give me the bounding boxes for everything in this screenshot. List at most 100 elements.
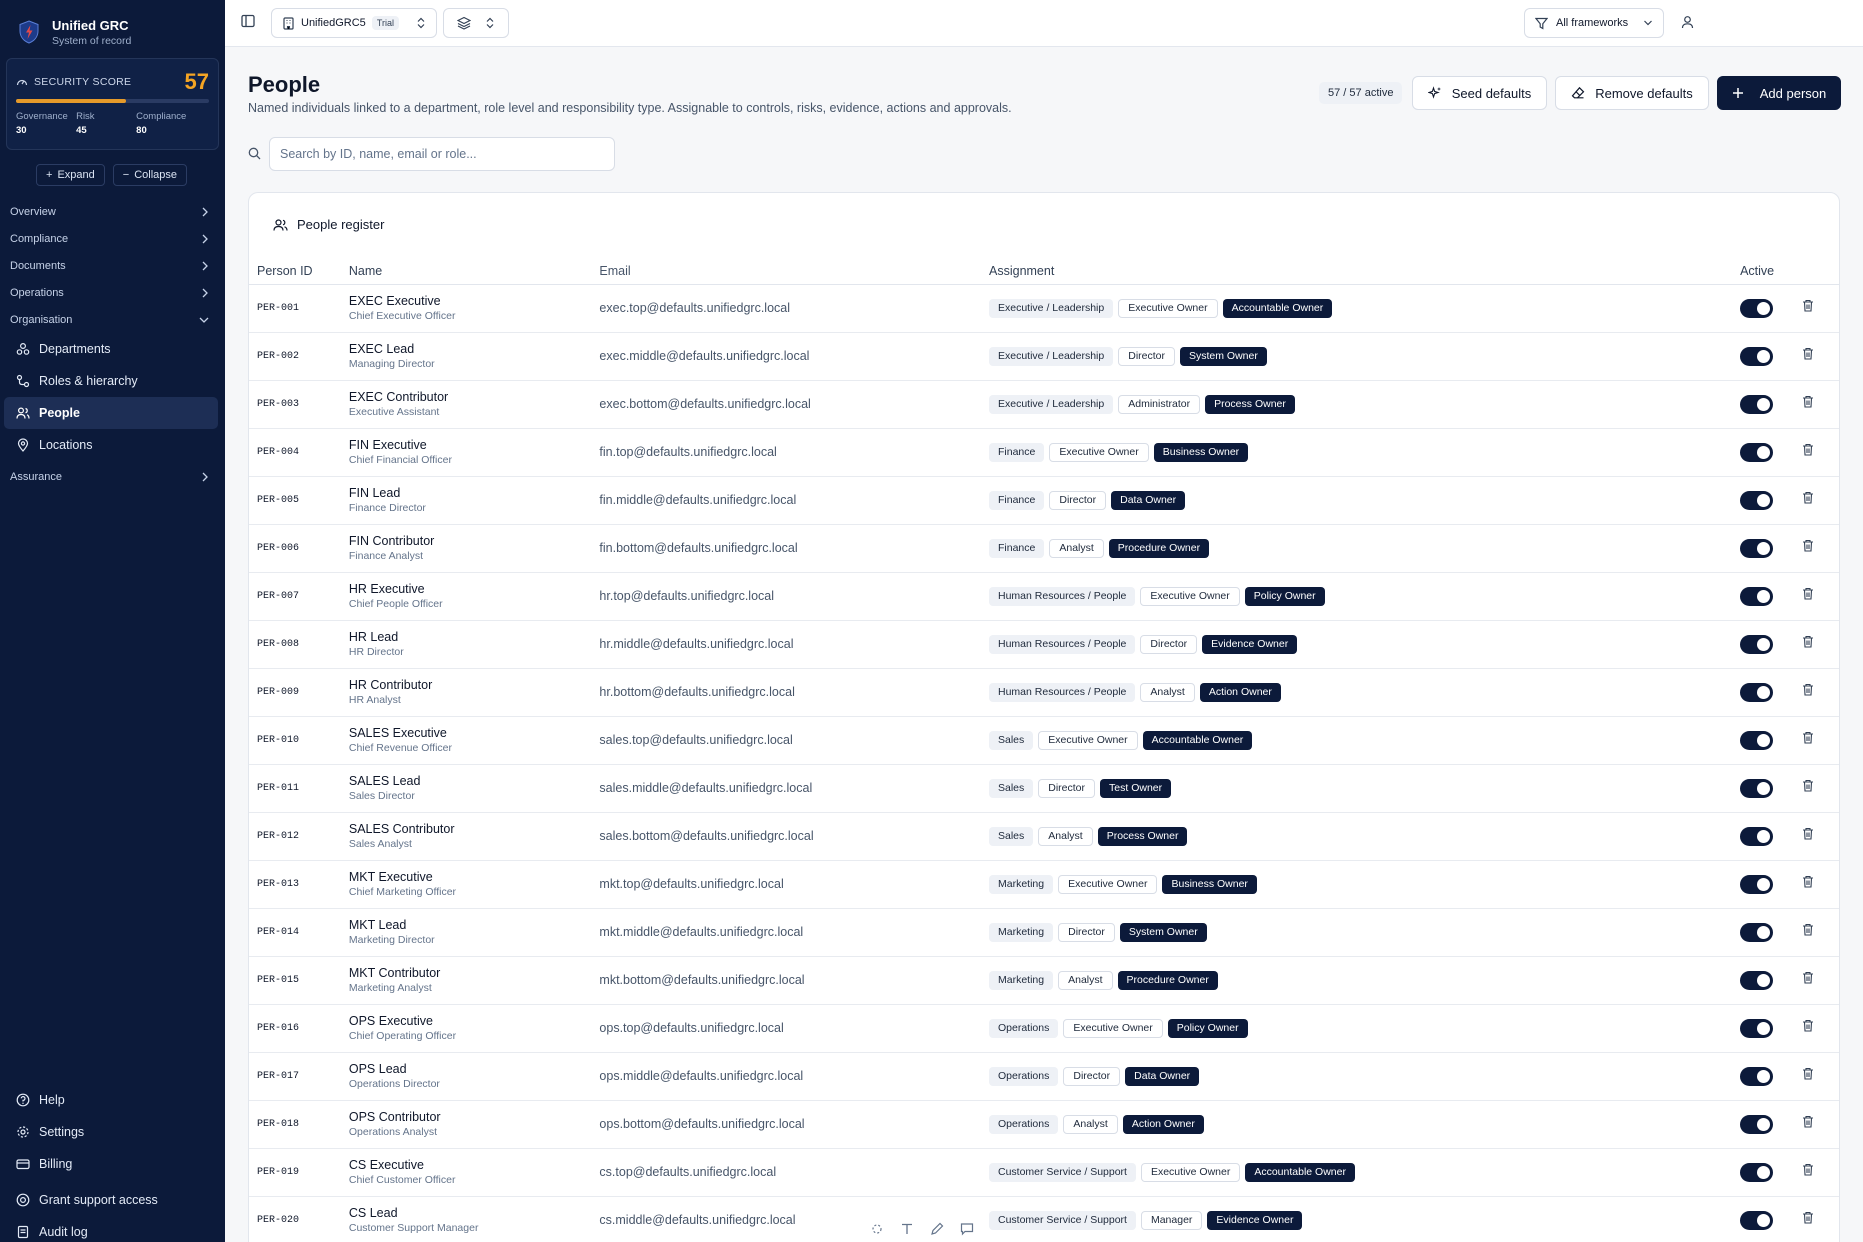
active-toggle[interactable] — [1740, 826, 1774, 846]
trash-icon[interactable] — [1802, 539, 1814, 552]
person-name[interactable]: EXEC Executive — [349, 294, 600, 308]
sidebar-item-help[interactable]: Help — [4, 1084, 218, 1116]
person-name[interactable]: OPS Contributor — [349, 1110, 600, 1124]
person-name[interactable]: SALES Lead — [349, 774, 600, 788]
trash-icon[interactable] — [1802, 1163, 1814, 1176]
workspace-switcher[interactable]: UnifiedGRC5 Trial — [271, 8, 437, 38]
sidebar-toggle-icon[interactable] — [241, 14, 255, 28]
trash-icon[interactable] — [1802, 683, 1814, 696]
trash-icon[interactable] — [1802, 635, 1814, 648]
active-toggle[interactable] — [1740, 538, 1774, 558]
sidebar-item-settings[interactable]: Settings — [4, 1116, 218, 1148]
active-toggle[interactable] — [1740, 1210, 1774, 1230]
table-row[interactable]: PER-018 OPS Contributor Operations Analyst… — [249, 1100, 1839, 1149]
table-row[interactable]: PER-014 MKT Lead Marketing Director mkt.mid… — [249, 908, 1839, 957]
person-name[interactable]: MKT Lead — [349, 918, 600, 932]
sidebar-item-departments[interactable]: Departments — [4, 333, 218, 365]
table-row[interactable]: PER-016 OPS Executive Chief Operating Offi… — [249, 1004, 1839, 1053]
column-header-assignment[interactable]: Assignment — [989, 251, 1741, 285]
seed-defaults-button[interactable]: Seed defaults — [1412, 76, 1547, 110]
nav-group-organisation[interactable]: Organisation — [0, 306, 225, 333]
nav-group-overview[interactable]: Overview — [0, 198, 225, 225]
table-row[interactable]: PER-001 EXEC Executive Chief Executive Off… — [249, 284, 1839, 333]
trash-icon[interactable] — [1802, 1067, 1814, 1080]
trash-icon[interactable] — [1802, 779, 1814, 792]
trash-icon[interactable] — [1802, 731, 1814, 744]
table-row[interactable]: PER-012 SALES Contributor Sales Analyst sal… — [249, 812, 1839, 861]
pen-icon[interactable] — [930, 1222, 944, 1236]
table-row[interactable]: PER-013 MKT Executive Chief Marketing Offi… — [249, 860, 1839, 909]
column-header-id[interactable]: Person ID — [249, 251, 349, 285]
trash-icon[interactable] — [1802, 827, 1814, 840]
person-name[interactable]: CS Lead — [349, 1206, 600, 1220]
sidebar-item-roles[interactable]: Roles & hierarchy — [4, 365, 218, 397]
layer-switcher[interactable] — [443, 8, 509, 38]
trash-icon[interactable] — [1802, 923, 1814, 936]
sidebar-item-billing[interactable]: Billing — [4, 1148, 218, 1180]
active-toggle[interactable] — [1740, 970, 1774, 990]
active-toggle[interactable] — [1740, 1114, 1774, 1134]
active-toggle[interactable] — [1740, 490, 1774, 510]
text-tool-icon[interactable] — [900, 1222, 914, 1236]
sidebar-item-people[interactable]: People — [4, 397, 218, 429]
person-name[interactable]: MKT Executive — [349, 870, 600, 884]
table-row[interactable]: PER-008 HR Lead HR Director hr.middle@defau… — [249, 620, 1839, 669]
expand-button[interactable]: + Expand — [36, 164, 105, 186]
person-name[interactable]: HR Executive — [349, 582, 600, 596]
active-toggle[interactable] — [1740, 922, 1774, 942]
trash-icon[interactable] — [1802, 347, 1814, 360]
active-toggle[interactable] — [1740, 1066, 1774, 1086]
person-name[interactable]: EXEC Contributor — [349, 390, 600, 404]
nav-group-assurance[interactable]: Assurance — [0, 463, 225, 490]
trash-icon[interactable] — [1802, 491, 1814, 504]
active-toggle[interactable] — [1740, 874, 1774, 894]
column-header-email[interactable]: Email — [599, 251, 989, 285]
trash-icon[interactable] — [1802, 299, 1814, 312]
person-name[interactable]: FIN Contributor — [349, 534, 600, 548]
brand[interactable]: Unified GRC System of record — [0, 0, 225, 52]
person-name[interactable]: FIN Lead — [349, 486, 600, 500]
active-toggle[interactable] — [1740, 298, 1774, 318]
person-name[interactable]: SALES Contributor — [349, 822, 600, 836]
person-name[interactable]: HR Contributor — [349, 678, 600, 692]
sidebar-item-locations[interactable]: Locations — [4, 429, 218, 461]
table-row[interactable]: PER-019 CS Executive Chief Customer Office… — [249, 1148, 1839, 1197]
trash-icon[interactable] — [1802, 395, 1814, 408]
person-name[interactable]: FIN Executive — [349, 438, 600, 452]
add-person-button[interactable]: Add person — [1717, 76, 1841, 110]
remove-defaults-button[interactable]: Remove defaults — [1555, 76, 1709, 110]
trash-icon[interactable] — [1802, 971, 1814, 984]
active-toggle[interactable] — [1740, 778, 1774, 798]
trash-icon[interactable] — [1802, 1115, 1814, 1128]
column-header-name[interactable]: Name — [348, 251, 600, 285]
table-row[interactable]: PER-005 FIN Lead Finance Director fin.middl… — [249, 476, 1839, 525]
person-name[interactable]: SALES Executive — [349, 726, 600, 740]
nav-group-documents[interactable]: Documents — [0, 252, 225, 279]
table-row[interactable]: PER-010 SALES Executive Chief Revenue Offi… — [249, 716, 1839, 765]
trash-icon[interactable] — [1802, 587, 1814, 600]
trash-icon[interactable] — [1802, 443, 1814, 456]
active-toggle[interactable] — [1740, 394, 1774, 414]
active-toggle[interactable] — [1740, 346, 1774, 366]
active-toggle[interactable] — [1740, 586, 1774, 606]
table-row[interactable]: PER-011 SALES Lead Sales Director sales.mid… — [249, 764, 1839, 813]
table-row[interactable]: PER-004 FIN Executive Chief Financial Offi… — [249, 428, 1839, 477]
person-name[interactable]: MKT Contributor — [349, 966, 600, 980]
table-row[interactable]: PER-003 EXEC Contributor Executive Assista… — [249, 380, 1839, 429]
collapse-button[interactable]: − Collapse — [112, 164, 187, 186]
framework-filter[interactable]: All frameworks — [1524, 8, 1664, 38]
comment-icon[interactable] — [960, 1222, 974, 1236]
active-toggle[interactable] — [1740, 1162, 1774, 1182]
table-row[interactable]: PER-006 FIN Contributor Finance Analyst fin… — [249, 524, 1839, 573]
sidebar-item-grant-support[interactable]: Grant support access — [4, 1184, 218, 1216]
sidebar-item-audit-log[interactable]: Audit log — [4, 1216, 218, 1242]
table-row[interactable]: PER-002 EXEC Lead Managing Director exec.mi… — [249, 332, 1839, 381]
person-name[interactable]: HR Lead — [349, 630, 600, 644]
nav-group-operations[interactable]: Operations — [0, 279, 225, 306]
active-toggle[interactable] — [1740, 1018, 1774, 1038]
table-row[interactable]: PER-015 MKT Contributor Marketing Analyst m… — [249, 956, 1839, 1005]
transform-icon[interactable] — [870, 1222, 884, 1236]
user-icon[interactable] — [1681, 15, 1694, 29]
active-toggle[interactable] — [1740, 634, 1774, 654]
table-row[interactable]: PER-009 HR Contributor HR Analyst hr.bottom… — [249, 668, 1839, 717]
